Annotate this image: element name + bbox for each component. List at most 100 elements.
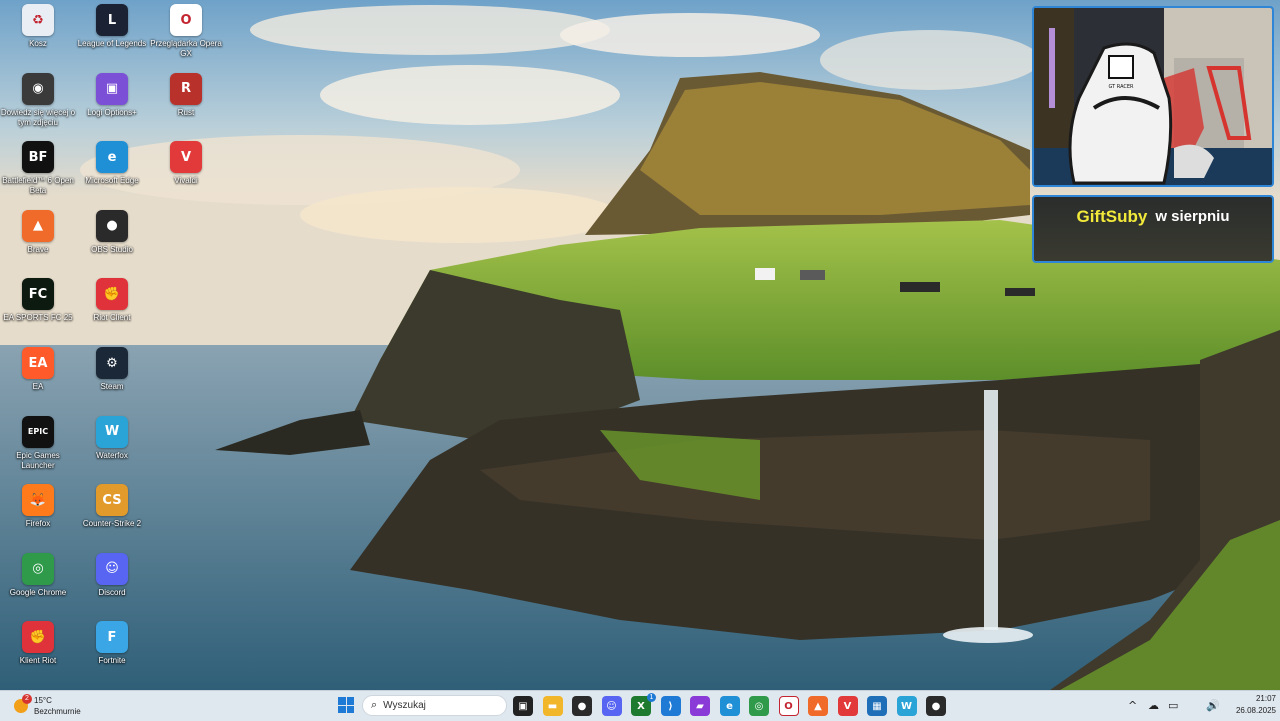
desktop-shortcut[interactable]: CS Counter-Strike 2 bbox=[73, 484, 151, 550]
desktop-shortcut-label: Dowiedz się więcej o tym zdjęciu bbox=[0, 107, 76, 127]
desktop-shortcut[interactable]: ♻ Kosz bbox=[0, 4, 77, 70]
webcam-overlay: GT RACER bbox=[1032, 6, 1274, 187]
desktop-shortcut[interactable]: ☺ Discord bbox=[73, 552, 151, 619]
search-icon: ⌕ bbox=[371, 699, 378, 711]
brave-icon: ▲ bbox=[22, 209, 54, 242]
desktop-shortcut-label: Vivaldi bbox=[174, 176, 198, 186]
chrome-icon[interactable]: ◎ bbox=[749, 696, 769, 716]
cs2-icon: CS bbox=[96, 484, 128, 517]
edge-icon: e bbox=[96, 141, 128, 174]
desktop-shortcut-label: Logi Options+ bbox=[87, 107, 137, 117]
weather-description: Bezchmurnie bbox=[34, 707, 81, 716]
desktop-shortcut-label: Brave bbox=[27, 244, 49, 254]
network-monitor-icon[interactable]: ▭ bbox=[1168, 699, 1178, 712]
opera-gx-icon: O bbox=[170, 4, 202, 36]
recycle-bin-icon: ♻ bbox=[22, 4, 54, 36]
battlefield-icon: BF bbox=[22, 141, 54, 174]
desktop-shortcut-label: Battlefield™ 6 Open Beta bbox=[2, 176, 74, 196]
desktop-shortcut[interactable]: 🦊 Firefox bbox=[0, 484, 77, 550]
info-camera-icon: ◉ bbox=[22, 72, 54, 105]
desktop-shortcut-label: EA SPORTS FC 25 bbox=[3, 313, 73, 323]
desktop-shortcut[interactable]: BF Battlefield™ 6 Open Beta bbox=[0, 141, 77, 207]
desktop-shortcut[interactable]: F Fortnite bbox=[73, 621, 151, 687]
vscode-icon[interactable]: ⟩ bbox=[660, 696, 681, 716]
desktop-shortcut-label: EA bbox=[32, 382, 44, 391]
clock-time: 21:07 bbox=[1255, 694, 1276, 703]
show-hidden-icons-chevron-icon[interactable]: ^ bbox=[1128, 699, 1137, 712]
desktop-shortcut[interactable]: ▣ Logi Options+ bbox=[73, 72, 151, 139]
desktop-shortcut[interactable]: ✊ Riot Client bbox=[73, 278, 151, 344]
desktop-shortcut-label: Kosz bbox=[29, 39, 47, 48]
riot-client-icon: ✊ bbox=[96, 278, 128, 311]
logi-icon: ▣ bbox=[96, 72, 128, 105]
desktop-shortcut-label: Rust bbox=[177, 107, 195, 117]
obs-icon: ● bbox=[96, 209, 128, 242]
windows-logo-icon bbox=[338, 697, 346, 705]
desktop-shortcut-label: Przeglądarka Opera GX bbox=[150, 39, 222, 58]
photos-icon[interactable]: ▦ bbox=[867, 696, 887, 716]
windows-logo-icon bbox=[338, 705, 346, 713]
league-icon: L bbox=[96, 4, 128, 36]
gift-subs-banner: GiftSuby w sierpniu bbox=[1032, 195, 1274, 263]
webcam-feed: GT RACER bbox=[1034, 8, 1272, 185]
clock[interactable]: 21:07 26.08.2025 bbox=[1226, 693, 1276, 717]
task-view-icon[interactable]: ▣ bbox=[513, 696, 533, 716]
desktop-shortcut[interactable]: ▲ Brave bbox=[0, 209, 77, 276]
weather-badge: 2 bbox=[22, 694, 32, 704]
weather-temp: 15°C bbox=[34, 696, 52, 705]
edge-icon[interactable]: e bbox=[719, 696, 740, 716]
desktop-shortcut[interactable]: V Vivaldi bbox=[147, 141, 225, 207]
desktop-shortcut-label: Riot Client bbox=[93, 313, 131, 323]
desktop-shortcut-label: League of Legends bbox=[77, 39, 147, 48]
desktop-shortcut[interactable]: ✊ Klient Riot bbox=[0, 621, 77, 687]
desktop-shortcut[interactable]: ● OBS Studio bbox=[73, 209, 151, 276]
obs-record-icon[interactable]: ● bbox=[926, 696, 946, 716]
desktop-shortcut[interactable]: L League of Legends bbox=[73, 4, 151, 70]
desktop-shortcut-label: OBS Studio bbox=[91, 244, 133, 254]
desktop-shortcut[interactable]: W Waterfox bbox=[73, 415, 151, 482]
desktop-shortcut[interactable]: ◉ Dowiedz się więcej o tym zdjęciu bbox=[0, 72, 77, 139]
desktop-shortcut[interactable]: O Przeglądarka Opera GX bbox=[147, 4, 225, 70]
fortnite-icon: F bbox=[96, 621, 128, 654]
desktop-shortcut-label: Microsoft Edge bbox=[85, 176, 139, 186]
desktop-shortcut[interactable]: e Microsoft Edge bbox=[73, 141, 151, 207]
app-purple-icon[interactable]: ▰ bbox=[690, 696, 710, 716]
taskbar: 2 15°C Bezchmurnie ⌕ Wyszukaj ▣ ▬ ● ☺ X ⟩ ▰ e ◎ O… bbox=[0, 690, 1280, 721]
desktop-shortcut[interactable]: EPIC Epic Games Launcher bbox=[0, 415, 77, 482]
desktop-shortcut-label: Counter-Strike 2 bbox=[82, 519, 142, 529]
desktop-shortcut[interactable]: ◎ Google Chrome bbox=[0, 552, 77, 619]
taskbar-search[interactable]: ⌕ Wyszukaj bbox=[362, 695, 507, 716]
desktop-shortcut[interactable]: ⚙ Steam bbox=[73, 347, 151, 413]
vivaldi-icon[interactable]: V bbox=[837, 696, 858, 716]
desktop-shortcut[interactable]: EA EA bbox=[0, 347, 77, 413]
desktop-shortcut-label: Fortnite bbox=[98, 656, 126, 666]
file-explorer-icon[interactable]: ▬ bbox=[542, 696, 563, 716]
desktop-shortcut-label: Klient Riot bbox=[19, 656, 57, 666]
windows-logo-icon bbox=[346, 705, 354, 713]
steam-icon: ⚙ bbox=[96, 347, 128, 379]
gift-subs-period: w sierpniu bbox=[1155, 208, 1230, 225]
xbox-notification-badge: 1 bbox=[647, 693, 656, 702]
discord-icon: ☺ bbox=[96, 552, 128, 585]
desktop-shortcut[interactable]: FC EA SPORTS FC 25 bbox=[0, 278, 77, 344]
riot-icon: ✊ bbox=[22, 621, 54, 654]
waterfox-icon: W bbox=[96, 415, 128, 448]
onedrive-cloud-icon[interactable]: ☁ bbox=[1148, 699, 1159, 712]
desktop-shortcut-label: Waterfox bbox=[96, 450, 128, 460]
epic-icon: EPIC bbox=[22, 415, 54, 448]
chrome-icon: ◎ bbox=[22, 552, 54, 585]
firefox-icon: 🦊 bbox=[22, 484, 54, 517]
ea-icon: EA bbox=[22, 347, 54, 379]
desktop-shortcut[interactable]: R Rust bbox=[147, 72, 225, 139]
opera-gx-icon[interactable]: O bbox=[778, 696, 799, 716]
obs-icon[interactable]: ● bbox=[572, 696, 592, 716]
discord-icon[interactable]: ☺ bbox=[601, 696, 622, 716]
chair-brand-label: GT RACER bbox=[1108, 84, 1134, 90]
desktop-shortcut-label: Epic Games Launcher bbox=[16, 450, 60, 470]
waterfox-icon[interactable]: W bbox=[896, 696, 917, 716]
start-button[interactable] bbox=[338, 697, 354, 713]
weather-widget[interactable]: 2 15°C Bezchmurnie bbox=[12, 693, 102, 719]
volume-icon[interactable]: 🔊 bbox=[1206, 699, 1220, 712]
vivaldi-icon: V bbox=[170, 141, 202, 174]
brave-icon[interactable]: ▲ bbox=[808, 696, 828, 716]
